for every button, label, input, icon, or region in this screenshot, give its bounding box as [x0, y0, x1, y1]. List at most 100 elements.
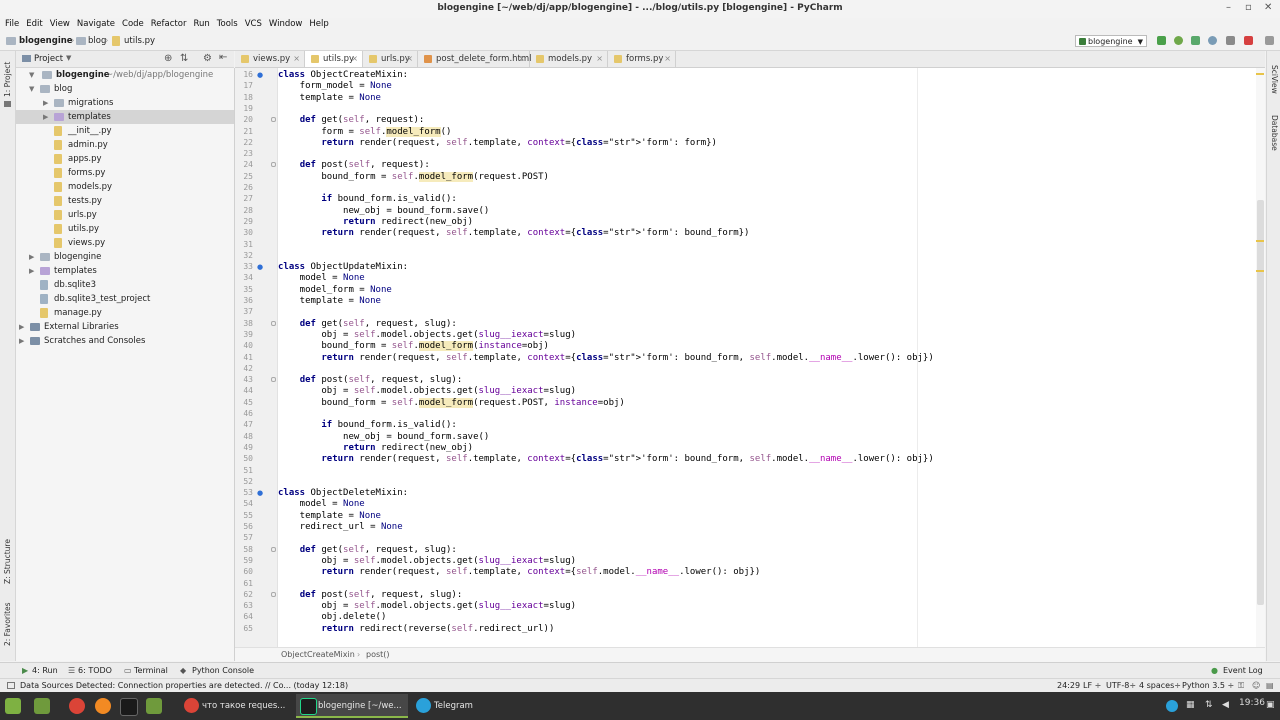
code-line[interactable]: bound_form = self.model_form(instance=ob…: [278, 341, 549, 352]
taskbar-window-chrome[interactable]: что такое reques...: [180, 694, 292, 718]
tree-item[interactable]: ▶ migrations: [16, 96, 234, 110]
code-line[interactable]: def post(self, request, slug):: [278, 375, 463, 385]
tree-item[interactable]: admin.py: [16, 138, 234, 152]
close-tab-icon[interactable]: ×: [293, 51, 300, 67]
code-line[interactable]: obj = self.model.objects.get(slug__iexac…: [278, 386, 576, 396]
inspector-icon[interactable]: ☺: [1252, 679, 1260, 693]
breadcrumb-folder[interactable]: blog: [88, 36, 106, 46]
hide-panel-icon[interactable]: ⇤: [219, 52, 227, 63]
breadcrumb-method[interactable]: post(): [366, 648, 390, 662]
breadcrumb-root[interactable]: blogengine: [19, 36, 73, 46]
code-line[interactable]: model = None: [278, 499, 365, 509]
python-console-tool-button[interactable]: Python Console: [192, 663, 254, 679]
code-line[interactable]: bound_form = self.model_form(request.POS…: [278, 171, 549, 182]
taskbar-window-pycharm[interactable]: blogengine [~/we...: [296, 694, 408, 718]
code-editor[interactable]: class ObjectCreateMixin: form_model = No…: [278, 68, 1256, 647]
warning-marker[interactable]: [1256, 270, 1264, 272]
code-line[interactable]: def get(self, request, slug):: [278, 545, 457, 555]
code-line[interactable]: form_model = None: [278, 81, 392, 91]
profile-icon[interactable]: [1208, 36, 1217, 45]
code-line[interactable]: def post(self, request, slug):: [278, 590, 463, 600]
override-marker-icon[interactable]: ●: [257, 489, 263, 497]
line-separator[interactable]: LF ÷: [1083, 679, 1101, 693]
gear-icon[interactable]: ⚙: [203, 53, 212, 64]
sciview-tool-button[interactable]: SciView: [1270, 65, 1279, 103]
tree-item[interactable]: ▶ templates: [16, 264, 234, 278]
fold-marker-icon[interactable]: [271, 117, 276, 123]
run-with-coverage-icon[interactable]: [1191, 36, 1200, 45]
menu-code[interactable]: Code: [122, 18, 144, 31]
indent-setting[interactable]: 4 spaces÷: [1139, 679, 1181, 693]
editor-tab[interactable]: post_delete_form.html ×: [418, 51, 532, 67]
run-configuration-select[interactable]: blogengine ▼: [1075, 35, 1147, 47]
code-line[interactable]: model = None: [278, 273, 365, 283]
menu-edit[interactable]: Edit: [26, 18, 42, 31]
menu-refactor[interactable]: Refactor: [151, 18, 187, 31]
collapse-all-icon[interactable]: ⇅: [180, 53, 188, 64]
breadcrumb-file[interactable]: utils.py: [124, 36, 155, 46]
tree-item[interactable]: models.py: [16, 180, 234, 194]
tree-item[interactable]: apps.py: [16, 152, 234, 166]
code-line[interactable]: def get(self, request):: [278, 115, 425, 125]
tree-item[interactable]: tests.py: [16, 194, 234, 208]
todo-tool-button[interactable]: 6: TODO: [78, 663, 112, 679]
editor-tab[interactable]: utils.py ×: [305, 51, 363, 67]
structure-tool-button[interactable]: Z: Structure: [3, 536, 12, 584]
database-tool-button[interactable]: Database: [1270, 115, 1279, 159]
project-view-select[interactable]: Project: [34, 54, 63, 64]
close-tab-icon[interactable]: ×: [596, 51, 603, 67]
show-desktop-icon[interactable]: [34, 698, 50, 714]
code-line[interactable]: return render(request, self.template, co…: [278, 138, 717, 148]
editor-tab[interactable]: views.py ×: [235, 51, 305, 67]
expand-arrow-icon[interactable]: ▶: [19, 320, 24, 334]
code-line[interactable]: obj = self.model.objects.get(slug__iexac…: [278, 556, 576, 566]
breadcrumb-class[interactable]: ObjectCreateMixin: [281, 648, 355, 662]
code-line[interactable]: return render(request, self.template, co…: [278, 228, 749, 238]
run-tool-button[interactable]: 4: Run: [32, 663, 58, 679]
tree-item[interactable]: ▼ blog: [16, 82, 234, 96]
fold-marker-icon[interactable]: [271, 377, 276, 383]
code-line[interactable]: return redirect(reverse(self.redirect_ur…: [278, 624, 554, 634]
menu-window[interactable]: Window: [269, 18, 303, 31]
menu-file[interactable]: File: [5, 18, 19, 31]
maximize-button[interactable]: ▫: [1245, 2, 1252, 13]
expand-arrow-icon[interactable]: ▶: [43, 96, 48, 110]
terminal-tool-button[interactable]: Terminal: [134, 663, 168, 679]
project-tool-button[interactable]: 1: Project: [3, 57, 12, 97]
clock[interactable]: 19:36: [1239, 698, 1265, 708]
debug-icon[interactable]: [1174, 36, 1183, 45]
files-icon[interactable]: [146, 698, 162, 714]
code-line[interactable]: bound_form = self.model_form(request.POS…: [278, 397, 625, 408]
start-menu-icon[interactable]: [5, 698, 21, 714]
file-encoding[interactable]: UTF-8÷: [1106, 679, 1136, 693]
firefox-icon[interactable]: [95, 698, 111, 714]
editor-scrollbar-thumb[interactable]: [1257, 200, 1264, 605]
network-icon[interactable]: ⇅: [1205, 700, 1213, 710]
code-line[interactable]: redirect_url = None: [278, 522, 403, 532]
fold-marker-icon[interactable]: [271, 591, 276, 597]
code-line[interactable]: class ObjectDeleteMixin:: [278, 488, 408, 498]
code-line[interactable]: obj = self.model.objects.get(slug__iexac…: [278, 330, 576, 340]
fold-marker-icon[interactable]: [271, 162, 276, 168]
lock-icon[interactable]: ⚿: [1238, 679, 1244, 693]
caret-position[interactable]: 24:29: [1057, 679, 1080, 693]
close-button[interactable]: ✕: [1264, 2, 1272, 13]
tree-item[interactable]: __init__.py: [16, 124, 234, 138]
run-icon[interactable]: [1157, 36, 1166, 45]
menu-view[interactable]: View: [50, 18, 70, 31]
tree-item[interactable]: db.sqlite3_test_project: [16, 292, 234, 306]
override-marker-icon[interactable]: ●: [257, 71, 263, 79]
code-line[interactable]: template = None: [278, 93, 381, 103]
warning-marker[interactable]: [1256, 73, 1264, 75]
event-log-tool-button[interactable]: Event Log: [1223, 663, 1263, 679]
minimize-button[interactable]: –: [1226, 2, 1231, 13]
menu-navigate[interactable]: Navigate: [77, 18, 115, 31]
expand-arrow-icon[interactable]: ▼: [29, 68, 34, 82]
code-line[interactable]: if bound_form.is_valid():: [278, 420, 456, 430]
close-tab-icon[interactable]: ×: [518, 51, 525, 67]
code-line[interactable]: class ObjectUpdateMixin:: [278, 262, 408, 272]
tree-item[interactable]: manage.py: [16, 306, 234, 320]
expand-arrow-icon[interactable]: ▶: [19, 334, 24, 348]
status-message[interactable]: Data Sources Detected: Connection proper…: [20, 679, 348, 693]
close-tab-icon[interactable]: ×: [664, 51, 671, 67]
